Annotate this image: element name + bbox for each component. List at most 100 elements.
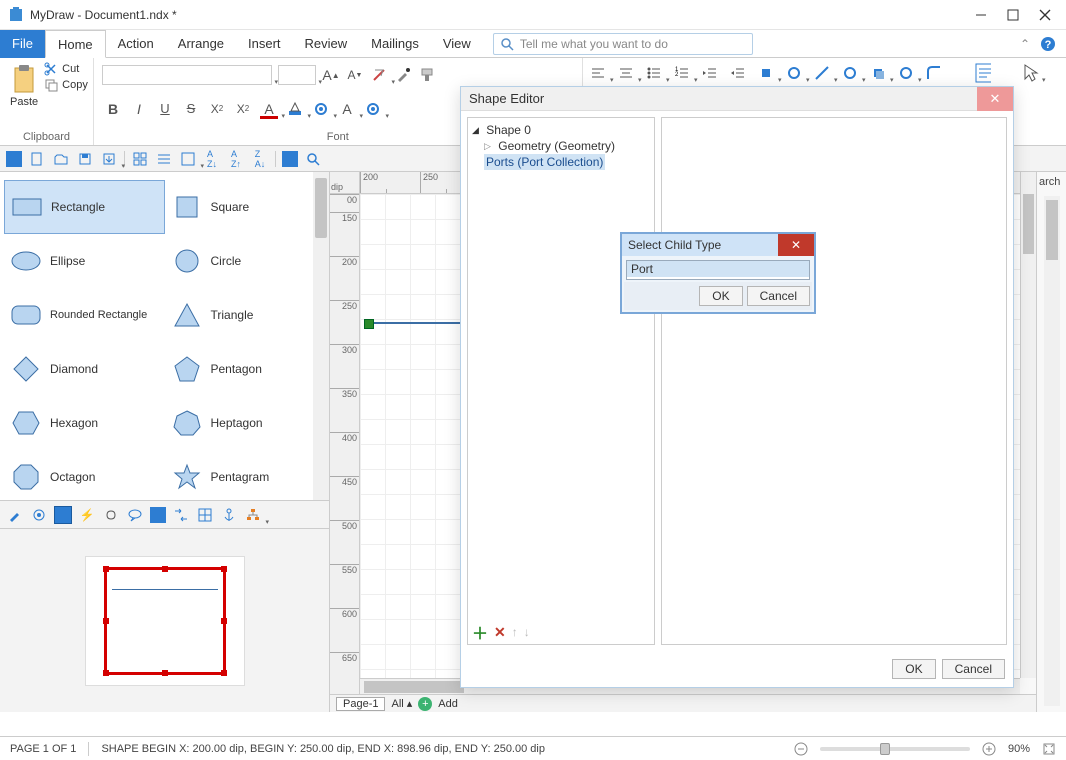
tree-root[interactable]: ◢ Shape 0 <box>472 122 650 138</box>
font-color-icon[interactable]: A <box>260 100 278 118</box>
numbering-icon[interactable]: 12 <box>673 64 691 82</box>
tab-mailings[interactable]: Mailings <box>359 30 431 58</box>
canvas-vscroll[interactable] <box>1020 172 1036 678</box>
paste-button[interactable]: Paste <box>8 62 40 110</box>
tab-review[interactable]: Review <box>293 30 360 58</box>
modal-option-port[interactable]: Port <box>627 261 809 277</box>
shape-item-circle[interactable]: Circle <box>165 234 326 288</box>
pointer-icon[interactable] <box>1021 64 1039 82</box>
box-icon[interactable] <box>973 64 991 82</box>
qb-view-icon[interactable] <box>179 150 197 168</box>
modal-ok-button[interactable]: OK <box>699 286 742 306</box>
tab-view[interactable]: View <box>431 30 483 58</box>
shape-editor-cancel[interactable]: Cancel <box>942 659 1005 679</box>
shape-list-scrollbar[interactable] <box>313 172 329 500</box>
pt-swap-icon[interactable] <box>172 506 190 524</box>
shape-item-octagon[interactable]: Octagon <box>4 450 165 500</box>
qb-save-icon[interactable] <box>76 150 94 168</box>
modal-cancel-button[interactable]: Cancel <box>747 286 810 306</box>
pt-org-icon[interactable] <box>244 506 262 524</box>
cut-button[interactable]: Cut <box>44 62 88 76</box>
gear5-icon[interactable] <box>897 64 915 82</box>
pt-link-icon[interactable] <box>102 506 120 524</box>
shape-item-hexagon[interactable]: Hexagon <box>4 396 165 450</box>
qb-window-icon[interactable] <box>282 151 298 167</box>
bold-icon[interactable]: B <box>104 100 122 118</box>
dialog-close-button[interactable]: ✕ <box>977 87 1013 111</box>
shape-item-heptagon[interactable]: Heptagon <box>165 396 326 450</box>
close-button[interactable] <box>1038 8 1052 22</box>
modal-titlebar[interactable]: Select Child Type ✕ <box>622 234 814 256</box>
tree-add-icon[interactable]: ＋ <box>472 620 488 644</box>
qb-page-icon[interactable] <box>6 151 22 167</box>
shape-item-square[interactable]: Square <box>165 180 326 234</box>
gear2-icon[interactable] <box>364 100 382 118</box>
corner-icon[interactable] <box>925 64 943 82</box>
shape-item-diamond[interactable]: Diamond <box>4 342 165 396</box>
align-left-icon[interactable] <box>589 64 607 82</box>
bullets-icon[interactable] <box>645 64 663 82</box>
qb-list-icon[interactable] <box>155 150 173 168</box>
tree-down-icon[interactable]: ↓ <box>524 625 530 639</box>
pt-anchor-icon[interactable] <box>220 506 238 524</box>
grow-font-icon[interactable]: A▲ <box>322 66 340 84</box>
zoom-out-icon[interactable] <box>794 742 808 756</box>
text-effects-icon[interactable]: A <box>338 100 356 118</box>
indent-inc-icon[interactable] <box>729 64 747 82</box>
help-icon[interactable]: ? <box>1040 36 1056 52</box>
qb-open-icon[interactable] <box>52 150 70 168</box>
zoom-slider[interactable] <box>820 747 970 751</box>
subscript-icon[interactable]: X2 <box>208 100 226 118</box>
right-scroll[interactable] <box>1044 196 1060 706</box>
zoom-in-icon[interactable] <box>982 742 996 756</box>
shape-item-ellipse[interactable]: Ellipse <box>4 234 165 288</box>
add-page-icon[interactable]: + <box>418 697 432 711</box>
tree-delete-icon[interactable]: ✕ <box>494 624 506 641</box>
italic-icon[interactable]: I <box>130 100 148 118</box>
shape-item-pentagon[interactable]: Pentagon <box>165 342 326 396</box>
minimize-button[interactable] <box>974 8 988 22</box>
pt-bolt-icon[interactable]: ⚡ <box>78 506 96 524</box>
font-size-combo[interactable] <box>278 65 316 85</box>
qb-grid-icon[interactable] <box>131 150 149 168</box>
page-all[interactable]: All ▴ <box>391 697 412 710</box>
tab-insert[interactable]: Insert <box>236 30 293 58</box>
tree-up-icon[interactable]: ↑ <box>512 625 518 639</box>
qb-sort-za2-icon[interactable]: ZA↓ <box>251 150 269 168</box>
shape-editor-ok[interactable]: OK <box>892 659 935 679</box>
shape-item-pentagram[interactable]: Pentagram <box>165 450 326 500</box>
tab-arrange[interactable]: Arrange <box>166 30 236 58</box>
collapse-ribbon-icon[interactable]: ⌃ <box>1020 37 1030 51</box>
shape-item-rectangle[interactable]: Rectangle <box>4 180 165 234</box>
modal-close-button[interactable]: ✕ <box>778 234 814 256</box>
shape-item-rounded-rect[interactable]: Rounded Rectangle <box>4 288 165 342</box>
pt-visible-icon[interactable] <box>30 506 48 524</box>
shrink-font-icon[interactable]: A▼ <box>346 66 364 84</box>
add-page-label[interactable]: Add <box>438 698 458 710</box>
align-center-icon[interactable] <box>617 64 635 82</box>
font-combo[interactable] <box>102 65 272 85</box>
maximize-button[interactable] <box>1006 8 1020 22</box>
pt-comment-icon[interactable] <box>126 506 144 524</box>
tree-ports[interactable]: Ports (Port Collection) <box>472 154 650 170</box>
shape-item-triangle[interactable]: Triangle <box>165 288 326 342</box>
fit-icon[interactable] <box>1042 742 1056 756</box>
tab-home[interactable]: Home <box>45 30 106 58</box>
gear4-icon[interactable] <box>841 64 859 82</box>
pt-shape-icon[interactable] <box>54 506 72 524</box>
fill-icon[interactable] <box>757 64 775 82</box>
indent-dec-icon[interactable] <box>701 64 719 82</box>
tab-action[interactable]: Action <box>106 30 166 58</box>
pt-edit-icon[interactable] <box>6 506 24 524</box>
modal-option-list[interactable]: Port <box>626 260 810 280</box>
line-icon[interactable] <box>813 64 831 82</box>
qb-export-icon[interactable] <box>100 150 118 168</box>
qb-new-icon[interactable] <box>28 150 46 168</box>
strike-icon[interactable]: S <box>182 100 200 118</box>
gear1-icon[interactable] <box>312 100 330 118</box>
gear3-icon[interactable] <box>785 64 803 82</box>
pt-layers-icon[interactable] <box>150 507 166 523</box>
format-painter-icon[interactable] <box>418 66 436 84</box>
qb-sort-za-icon[interactable]: AZ↑ <box>227 150 245 168</box>
tellme-search[interactable]: Tell me what you want to do <box>493 33 753 55</box>
